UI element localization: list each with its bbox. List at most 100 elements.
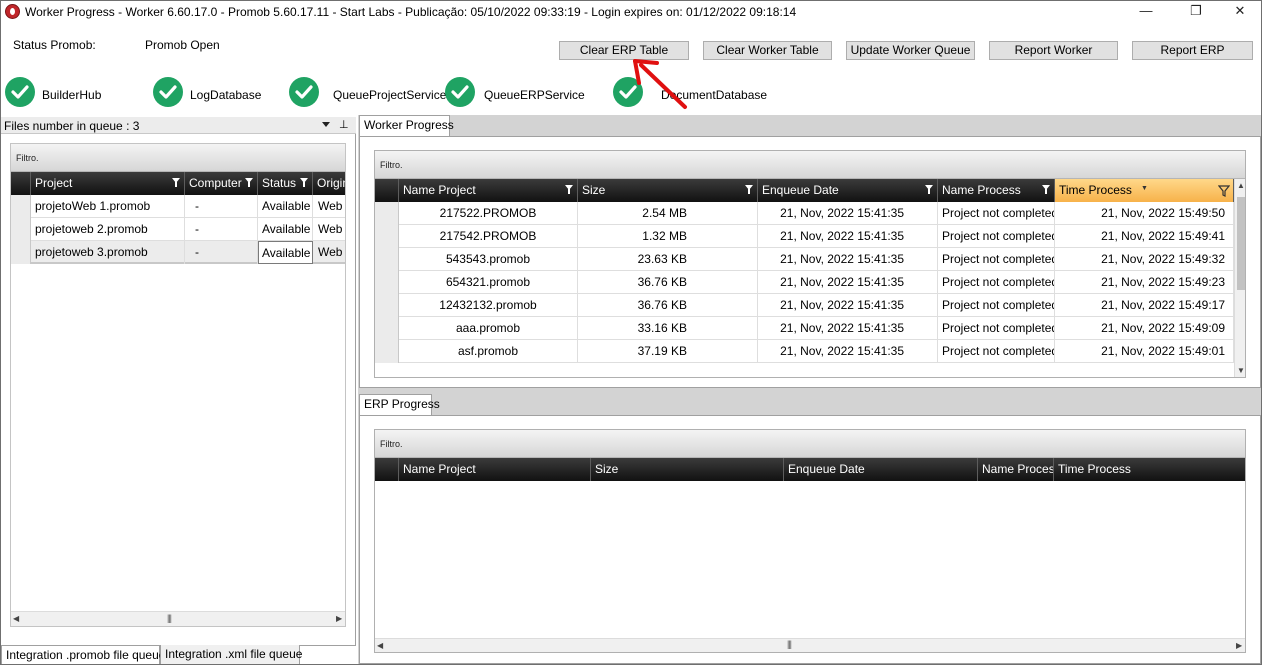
scroll-thumb-icon[interactable]: ||| [167, 613, 172, 623]
table-row[interactable]: 217522.PROMOB 2.54 MB 21, Nov, 2022 15:41:… [375, 202, 1234, 225]
scroll-up-icon[interactable]: ▲ [1237, 181, 1245, 190]
table-row[interactable]: 217542.PROMOB 1.32 MB 21, Nov, 2022 15:41:… [375, 225, 1234, 248]
scroll-right-icon[interactable]: ▶ [336, 614, 342, 623]
app-window: Worker Progress - Worker 6.60.17.0 - Pro… [0, 0, 1262, 665]
erp-grid-header: Name Project Size Enqueue Date Name Proc… [375, 458, 1245, 481]
table-row[interactable]: aaa.promob 33.16 KB 21, Nov, 2022 15:41:35… [375, 317, 1234, 340]
queue-horizontal-scrollbar[interactable]: ◀ ||| ▶ [11, 611, 345, 626]
cell-time-process: 21, Nov, 2022 15:49:17 [1055, 294, 1234, 317]
cell-enqueue-date: 21, Nov, 2022 15:41:35 [758, 225, 938, 248]
tab-erp-progress[interactable]: ERP Progress [359, 394, 440, 415]
column-header-enqueue-date[interactable]: Enqueue Date [758, 179, 938, 202]
column-header-name-project[interactable]: Name Project [399, 179, 578, 202]
close-button[interactable]: ✕ [1217, 1, 1261, 23]
row-selector[interactable] [375, 271, 399, 294]
table-row[interactable]: projetoWeb 1.promob - Available Web [11, 195, 345, 218]
row-selector[interactable] [11, 218, 31, 241]
row-selector[interactable] [375, 225, 399, 248]
filter-icon[interactable] [300, 178, 308, 187]
erp-filter-bar[interactable]: Filtro. [375, 430, 1245, 458]
column-header-enqueue-date[interactable]: Enqueue Date [784, 458, 978, 481]
column-header-project[interactable]: Project [31, 172, 185, 195]
worker-grid: Filtro. Name Project Size Enqueue Date N… [374, 150, 1246, 378]
row-selector[interactable] [375, 317, 399, 340]
queue-grid: Filtro. Project Computer Status Origin p… [10, 143, 346, 627]
update-worker-queue-button[interactable]: Update Worker Queue [846, 41, 975, 60]
cell-size: 1.32 MB [578, 225, 758, 248]
cell-name-process: Project not completed [938, 340, 1055, 363]
clear-worker-table-button[interactable]: Clear Worker Table [703, 41, 832, 60]
cell-status: Available [258, 195, 313, 218]
cell-enqueue-date: 21, Nov, 2022 15:41:35 [758, 317, 938, 340]
minimize-button[interactable]: — [1123, 1, 1169, 23]
scroll-down-icon[interactable]: ▼ [1237, 366, 1245, 375]
table-row[interactable]: 543543.promob 23.63 KB 21, Nov, 2022 15:41… [375, 248, 1234, 271]
report-worker-button[interactable]: Report Worker [989, 41, 1118, 60]
scroll-right-icon[interactable]: ▶ [1236, 641, 1242, 650]
worker-grid-header: Name Project Size Enqueue Date Name Proc… [375, 179, 1245, 202]
tab-worker-progress[interactable]: Worker Progress [359, 115, 454, 136]
sort-descending-icon: ▼ [1141, 185, 1148, 192]
column-header-time-process[interactable]: Time Process ▼ [1055, 179, 1234, 202]
queue-filter-bar[interactable]: Filtro. [11, 144, 345, 172]
scroll-thumb-icon[interactable]: ||| [787, 639, 792, 649]
status-promob-label: Status Promob: [13, 38, 96, 52]
column-header-name-process[interactable]: Name Process [978, 458, 1054, 481]
cell-enqueue-date: 21, Nov, 2022 15:41:35 [758, 294, 938, 317]
filter-label: Filtro. [16, 153, 39, 163]
cell-enqueue-date: 21, Nov, 2022 15:41:35 [758, 202, 938, 225]
cell-enqueue-date: 21, Nov, 2022 15:41:35 [758, 340, 938, 363]
maximize-button[interactable]: ❐ [1173, 1, 1219, 23]
row-selector[interactable] [375, 202, 399, 225]
worker-progress-panel: Filtro. Name Project Size Enqueue Date N… [359, 136, 1261, 388]
worker-filter-bar[interactable]: Filtro. [375, 151, 1245, 179]
filter-icon[interactable] [1217, 182, 1231, 202]
cell-status[interactable]: Available [258, 241, 313, 264]
column-header-name-project[interactable]: Name Project [399, 458, 591, 481]
worker-vertical-scrollbar[interactable]: ▲ ▼ [1234, 179, 1245, 377]
scroll-left-icon[interactable]: ◀ [377, 641, 383, 650]
cell-name-project: asf.promob [399, 340, 578, 363]
column-header-origin[interactable]: Origin [313, 172, 345, 195]
erp-horizontal-scrollbar[interactable]: ◀ ||| ▶ [375, 638, 1245, 652]
row-selector[interactable] [11, 195, 31, 218]
column-header-computer[interactable]: Computer [185, 172, 258, 195]
tab-integration-promob[interactable]: Integration .promob file queue [1, 646, 165, 664]
row-selector-header [375, 458, 399, 481]
column-header-time-process[interactable]: Time Process [1054, 458, 1245, 481]
table-row[interactable]: 12432132.promob 36.76 KB 21, Nov, 2022 15:… [375, 294, 1234, 317]
row-selector[interactable] [375, 248, 399, 271]
dropdown-arrow-icon[interactable] [322, 122, 330, 127]
filter-icon[interactable] [172, 178, 180, 187]
column-header-status[interactable]: Status [258, 172, 313, 195]
pin-icon[interactable]: ⊥ [339, 118, 349, 131]
filter-icon[interactable] [745, 185, 753, 194]
report-erp-button[interactable]: Report ERP [1132, 41, 1253, 60]
scroll-thumb[interactable] [1237, 197, 1245, 290]
cell-name-project: 543543.promob [399, 248, 578, 271]
table-row-selected[interactable]: projetoweb 3.promob - Available Web [11, 241, 345, 264]
cell-size: 2.54 MB [578, 202, 758, 225]
column-header-size[interactable]: Size [578, 179, 758, 202]
cell-origin: Web [313, 218, 345, 241]
column-header-size[interactable]: Size [591, 458, 784, 481]
cell-name-process: Project not completed [938, 202, 1055, 225]
cell-name-project: aaa.promob [399, 317, 578, 340]
tab-integration-xml[interactable]: Integration .xml file queue [160, 645, 302, 664]
filter-icon[interactable] [925, 185, 933, 194]
column-header-name-process[interactable]: Name Process [938, 179, 1055, 202]
scroll-left-icon[interactable]: ◀ [13, 614, 19, 623]
check-circle-icon [289, 77, 319, 107]
row-selector[interactable] [375, 340, 399, 363]
table-row[interactable]: projetoweb 2.promob - Available Web [11, 218, 345, 241]
filter-icon[interactable] [565, 185, 573, 194]
table-row[interactable]: 654321.promob 36.76 KB 21, Nov, 2022 15:41… [375, 271, 1234, 294]
filter-icon[interactable] [1042, 185, 1050, 194]
cell-name-project: 217522.PROMOB [399, 202, 578, 225]
table-row[interactable]: asf.promob 37.19 KB 21, Nov, 2022 15:41:35… [375, 340, 1234, 363]
row-selector[interactable] [11, 241, 31, 264]
row-selector[interactable] [375, 294, 399, 317]
cell-time-process: 21, Nov, 2022 15:49:41 [1055, 225, 1234, 248]
filter-icon[interactable] [245, 178, 253, 187]
cell-size: 23.63 KB [578, 248, 758, 271]
